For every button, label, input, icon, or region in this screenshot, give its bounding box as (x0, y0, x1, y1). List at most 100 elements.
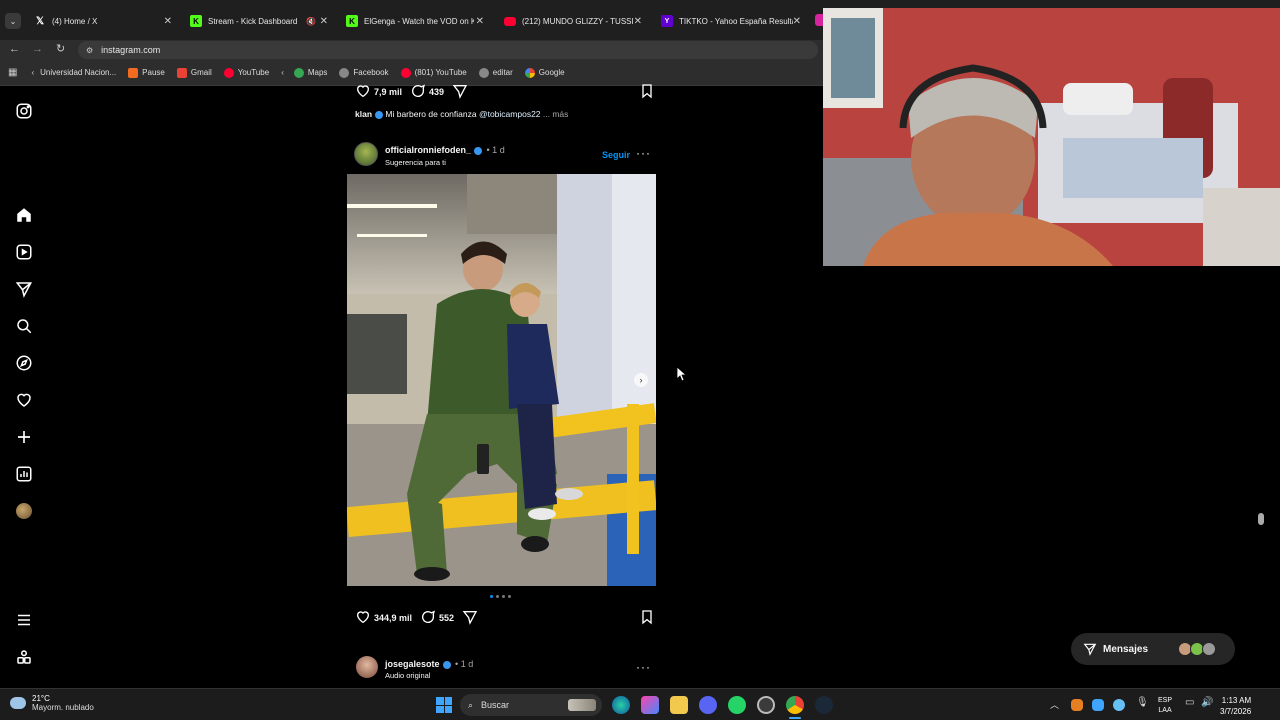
more-options-icon[interactable]: ··· (636, 146, 651, 160)
menu-icon[interactable] (14, 610, 34, 630)
prev-likes-count[interactable]: 7,9 mil (374, 87, 402, 97)
like-icon[interactable] (355, 609, 371, 627)
profile-avatar[interactable] (14, 501, 34, 521)
forward-icon[interactable]: → (32, 43, 43, 55)
tray-app-icon[interactable] (1092, 699, 1104, 711)
tray-steam-icon[interactable] (1113, 699, 1125, 711)
next-post-avatar[interactable] (356, 656, 378, 678)
scrollbar-thumb[interactable] (1258, 513, 1264, 525)
taskbar-search[interactable]: ⌕ Buscar (460, 694, 602, 716)
post-username[interactable]: officialronniefoden_ (385, 145, 471, 155)
heart-icon[interactable] (14, 390, 34, 410)
network-icon[interactable]: ▭ (1185, 697, 1194, 708)
whatsapp-icon[interactable] (728, 696, 746, 714)
bookmark-maps[interactable]: Maps (293, 67, 327, 78)
post-subtitle[interactable]: Sugerencia para ti (385, 158, 446, 167)
close-tab-icon[interactable]: ✕ (476, 16, 484, 27)
chevron-left-icon[interactable]: ‹ (281, 68, 284, 77)
tab-x-home[interactable]: 𝕏 (4) Home / X ✕ (28, 8, 178, 34)
pause-icon (128, 67, 139, 78)
dashboard-icon[interactable] (14, 464, 34, 484)
site-info-icon[interactable]: ⚙ (86, 46, 93, 55)
chrome-icon[interactable] (786, 696, 804, 714)
direct-messages-icon[interactable] (14, 279, 34, 299)
tab-kick-dashboard[interactable]: K Stream - Kick Dashboard 🔇 ✕ (184, 8, 334, 34)
url-field[interactable]: ⚙ instagram.com (78, 41, 818, 59)
bookmark-youtube-801[interactable]: (801) YouTube (400, 67, 467, 78)
language-indicator[interactable]: ESP LAA (1158, 696, 1172, 716)
save-bookmark-icon[interactable] (639, 83, 655, 101)
prev-comments-count[interactable]: 439 (429, 87, 444, 97)
close-tab-icon[interactable]: ✕ (320, 16, 328, 27)
back-icon[interactable]: ← (9, 43, 20, 55)
muted-icon[interactable]: 🔇 (306, 17, 316, 26)
comments-count[interactable]: 552 (439, 613, 454, 623)
tab-tiktko-yahoo[interactable]: Y TIKTKO - Yahoo España Resulta ✕ (655, 8, 807, 34)
clock[interactable]: 1:13 AM 3/7/2026 (1220, 695, 1251, 717)
carousel-next-icon[interactable]: › (634, 373, 648, 387)
file-explorer-icon[interactable] (670, 696, 688, 714)
close-tab-icon[interactable]: ✕ (634, 16, 642, 27)
close-tab-icon[interactable]: ✕ (793, 16, 801, 27)
tab-elgenga-vod[interactable]: K ElGenga - Watch the VOD on K ✕ (340, 8, 490, 34)
tab-instagram-partial[interactable] (815, 14, 823, 26)
likes-count[interactable]: 344,9 mil (374, 613, 412, 623)
tab-mundo-glizzy[interactable]: (212) MUNDO GLIZZY - TUSSI ✕ (498, 8, 648, 34)
bookmark-universidad[interactable]: Universidad Nacion... (40, 68, 116, 77)
x-icon: 𝕏 (35, 15, 45, 27)
volume-icon[interactable]: 🔊 (1201, 697, 1213, 708)
reels-icon[interactable] (14, 242, 34, 262)
save-bookmark-icon[interactable] (639, 609, 655, 627)
messages-button[interactable]: Mensajes (1071, 633, 1235, 665)
page-scrollbar[interactable] (1258, 266, 1264, 688)
tray-overflow-icon[interactable]: ︿ (1050, 698, 1059, 711)
obs-icon[interactable] (757, 696, 775, 714)
tray-app-icon[interactable] (1071, 699, 1083, 711)
bookmark-editar[interactable]: editar (478, 67, 513, 78)
steam-icon[interactable] (815, 696, 833, 714)
bookmark-facebook[interactable]: Facebook (339, 67, 389, 78)
windows-taskbar: 21°C Mayorm. nublado ⌕ Buscar ︿ 🎙 ESP LA… (0, 688, 1280, 720)
caption-username[interactable]: klan (355, 109, 372, 119)
bookmark-pause[interactable]: Pause (128, 67, 165, 78)
caption-mention[interactable]: @tobicampos22 (479, 109, 541, 119)
post-image[interactable]: › (347, 174, 656, 586)
cloud-icon (10, 697, 26, 709)
follow-button[interactable]: Seguir (602, 150, 630, 160)
bookmark-label: Facebook (353, 68, 389, 77)
bookmark-label: (801) YouTube (414, 68, 467, 77)
weather-temp: 21°C (32, 694, 50, 703)
next-post-subtitle[interactable]: Audio original (385, 671, 430, 680)
reload-icon[interactable]: ↻ (56, 42, 65, 55)
next-post-header: josegalesote • 1 d (385, 659, 473, 669)
post-header: officialronniefoden_ • 1 d (385, 145, 505, 155)
explore-icon[interactable] (14, 353, 34, 373)
weather-widget[interactable]: 21°C Mayorm. nublado (10, 694, 94, 712)
home-icon[interactable] (14, 205, 34, 225)
like-icon[interactable] (355, 83, 371, 101)
microphone-icon[interactable]: 🎙 (1136, 697, 1149, 708)
caption-more[interactable]: ... más (543, 109, 569, 119)
comment-icon[interactable] (410, 83, 426, 101)
copilot-icon[interactable] (641, 696, 659, 714)
instagram-logo-icon[interactable] (14, 101, 34, 121)
apps-grid-icon[interactable]: ▦ (8, 67, 17, 78)
chevron-left-icon[interactable]: ‹ (31, 68, 34, 77)
share-icon[interactable] (462, 609, 478, 627)
share-icon[interactable] (452, 83, 468, 101)
search-icon[interactable] (14, 316, 34, 336)
bookmark-google[interactable]: Google (524, 67, 565, 78)
bookmark-youtube[interactable]: YouTube (223, 67, 269, 78)
next-post-username[interactable]: josegalesote (385, 659, 440, 669)
bookmark-gmail[interactable]: Gmail (176, 67, 212, 78)
comment-icon[interactable] (420, 609, 436, 627)
more-options-icon[interactable]: ··· (636, 660, 651, 674)
create-plus-icon[interactable] (14, 427, 34, 447)
start-icon[interactable] (436, 697, 452, 713)
threads-apps-icon[interactable] (14, 647, 34, 667)
close-tab-icon[interactable]: ✕ (164, 16, 172, 27)
tab-list-dropdown-icon[interactable]: ⌄ (5, 13, 21, 29)
discord-icon[interactable] (699, 696, 717, 714)
post-avatar[interactable] (354, 142, 378, 166)
edge-icon[interactable] (612, 696, 630, 714)
